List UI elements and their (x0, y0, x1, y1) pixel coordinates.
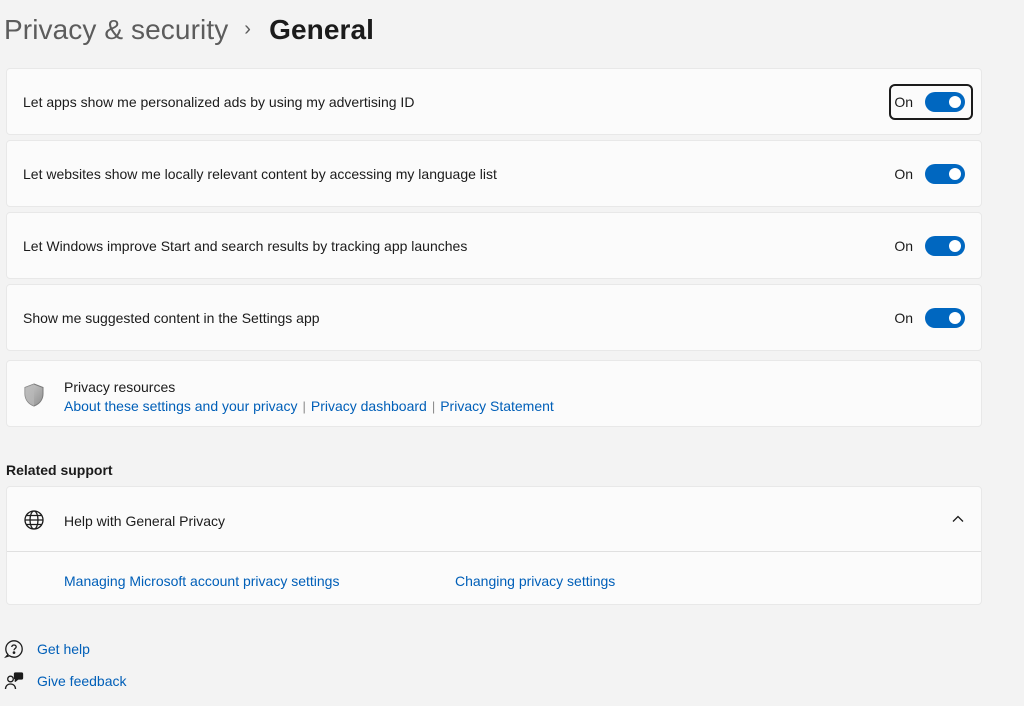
toggle-state-label: On (894, 309, 913, 326)
get-help-link[interactable]: Get help (37, 641, 90, 657)
changing-privacy-settings-link[interactable]: Changing privacy settings (455, 573, 615, 589)
setting-label: Let websites show me locally relevant co… (23, 165, 497, 182)
privacy-dashboard-link[interactable]: Privacy dashboard (311, 398, 427, 414)
setting-card-language-list: Let websites show me locally relevant co… (6, 140, 982, 207)
chevron-up-icon[interactable] (951, 512, 965, 526)
suggested-content-toggle[interactable] (925, 307, 965, 328)
toggle-state-label: On (894, 93, 913, 110)
toggle-knob (949, 95, 961, 108)
help-title: Help with General Privacy (64, 513, 226, 529)
help-expander: Help with General Privacy Managing Micro… (6, 486, 982, 605)
get-help-item[interactable]: Get help (4, 639, 90, 659)
breadcrumb: Privacy & security › General (4, 14, 374, 46)
give-feedback-icon (4, 672, 24, 690)
help-expander-header[interactable]: Help with General Privacy (7, 487, 981, 552)
language-list-toggle[interactable] (925, 163, 965, 184)
setting-label: Show me suggested content in the Setting… (23, 309, 320, 326)
page-title: General (269, 14, 375, 45)
setting-card-suggested-content: Show me suggested content in the Setting… (6, 284, 982, 351)
setting-card-advertising-id: Let apps show me personalized ads by usi… (6, 68, 982, 135)
setting-label: Let Windows improve Start and search res… (23, 237, 468, 254)
give-feedback-link[interactable]: Give feedback (37, 673, 127, 689)
give-feedback-item[interactable]: Give feedback (4, 671, 127, 691)
toggle-group[interactable]: On (889, 300, 973, 336)
privacy-resources-title: Privacy resources (64, 379, 176, 395)
shield-icon (24, 383, 44, 407)
get-help-icon (4, 640, 23, 659)
toggle-state-label: On (894, 165, 913, 182)
privacy-statement-link[interactable]: Privacy Statement (440, 398, 554, 414)
toggle-knob (949, 167, 961, 180)
globe-icon (24, 510, 44, 530)
toggle-knob (949, 311, 961, 324)
managing-account-privacy-link[interactable]: Managing Microsoft account privacy setti… (64, 573, 339, 589)
toggle-group[interactable]: On (889, 83, 973, 120)
setting-label: Let apps show me personalized ads by usi… (23, 93, 415, 110)
privacy-resources-card: Privacy resources About these settings a… (6, 360, 982, 427)
breadcrumb-separator-icon: › (244, 17, 252, 40)
related-support-heading: Related support (6, 462, 113, 478)
about-settings-link[interactable]: About these settings and your privacy (64, 398, 297, 414)
toggle-state-label: On (894, 237, 913, 254)
setting-card-app-launches: Let Windows improve Start and search res… (6, 212, 982, 279)
app-launches-toggle[interactable] (925, 235, 965, 256)
advertising-id-toggle[interactable] (925, 91, 965, 112)
toggle-group[interactable]: On (889, 156, 973, 192)
toggle-group[interactable]: On (889, 228, 973, 264)
breadcrumb-parent-link[interactable]: Privacy & security (4, 14, 228, 46)
link-separator: | (302, 398, 306, 414)
privacy-resources-links: About these settings and your privacy | … (64, 398, 554, 414)
link-separator: | (431, 398, 436, 414)
toggle-knob (949, 239, 961, 252)
